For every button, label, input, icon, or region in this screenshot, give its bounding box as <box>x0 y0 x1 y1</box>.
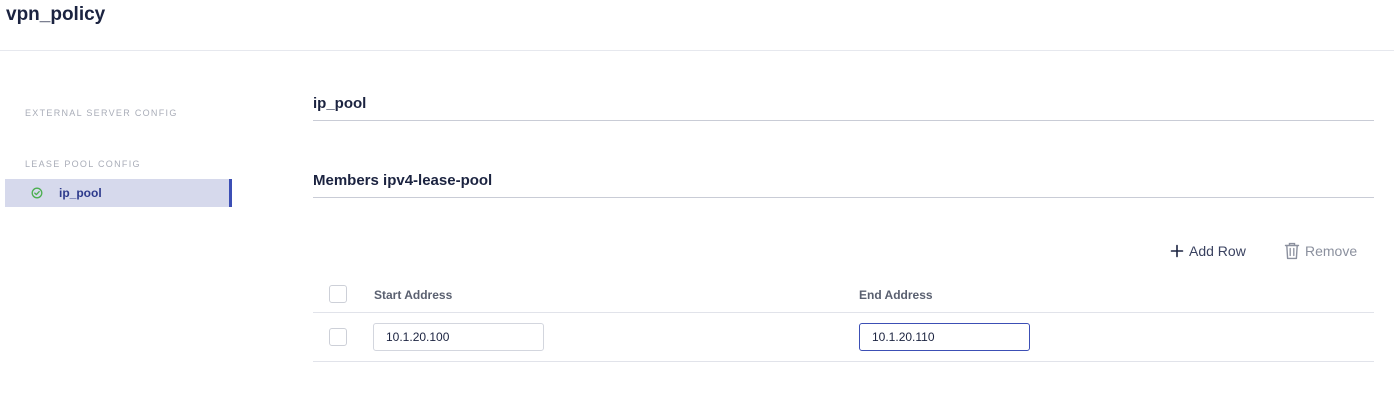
sidebar-item-label: ip_pool <box>59 186 102 200</box>
select-all-checkbox[interactable] <box>329 285 347 303</box>
members-divider <box>313 197 1374 198</box>
table-header: Start Address End Address <box>313 278 1374 313</box>
column-header-start-address[interactable]: Start Address <box>374 288 452 302</box>
plus-icon <box>1170 244 1184 258</box>
title-divider <box>0 50 1394 51</box>
row-checkbox[interactable] <box>329 328 347 346</box>
sidebar-group-lease-pool-config[interactable]: LEASE POOL CONFIG <box>25 159 141 169</box>
trash-icon <box>1284 242 1300 260</box>
page-title: vpn_policy <box>6 4 106 25</box>
sidebar-item-ip-pool[interactable]: ip_pool <box>5 179 232 207</box>
end-address-input[interactable] <box>859 323 1030 351</box>
section-divider <box>313 120 1374 121</box>
check-circle-icon <box>31 187 43 199</box>
sidebar-group-external-server-config[interactable]: EXTERNAL SERVER CONFIG <box>25 108 178 118</box>
table-row <box>313 313 1374 362</box>
remove-label: Remove <box>1305 243 1358 259</box>
add-row-label: Add Row <box>1189 243 1246 259</box>
section-title: ip_pool <box>313 95 367 112</box>
members-title: Members ipv4-lease-pool <box>313 172 493 189</box>
start-address-input[interactable] <box>373 323 544 351</box>
column-header-end-address[interactable]: End Address <box>859 288 933 302</box>
add-row-button[interactable]: Add Row <box>1170 240 1246 262</box>
remove-button[interactable]: Remove <box>1284 240 1357 262</box>
